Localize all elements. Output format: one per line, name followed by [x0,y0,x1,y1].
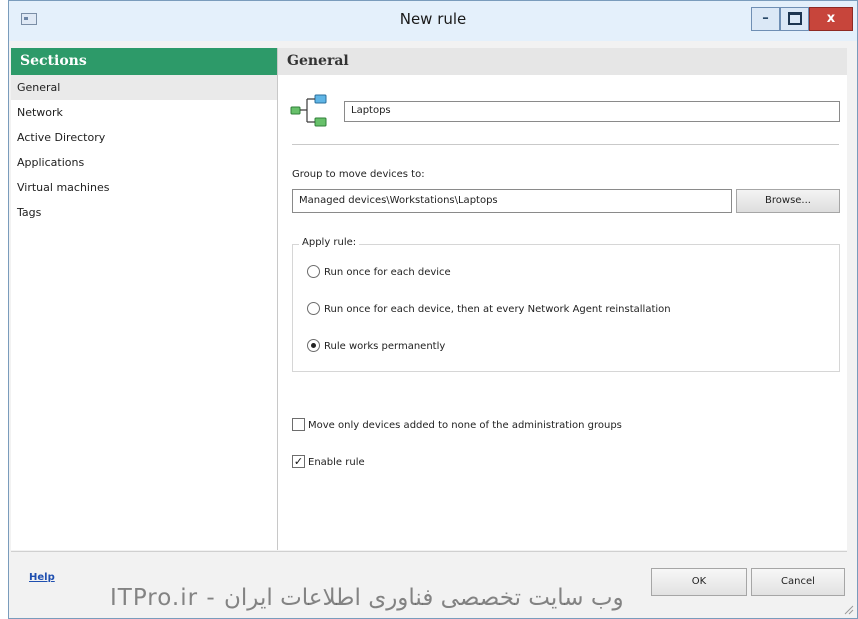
checkmark-icon: ✓ [293,454,304,468]
radio-permanent[interactable]: Rule works permanently [307,338,446,355]
sidebar-item-active-directory[interactable]: Active Directory [11,125,277,150]
apply-rule-group: Apply rule: Run once for each device Run… [292,237,840,372]
cancel-button[interactable]: Cancel [751,568,845,596]
sidebar-item-virtual-machines[interactable]: Virtual machines [11,175,277,200]
radio-run-once-reinstall-label: Run once for each device, then at every … [324,304,671,315]
radio-run-once-label: Run once for each device [324,267,451,278]
general-panel: General Laptops Group to move devices to… [278,48,847,550]
sections-sidebar: Sections General Network Active Director… [11,48,278,550]
radio-permanent-label: Rule works permanently [324,341,446,352]
enable-rule-checkbox[interactable]: ✓ [292,454,305,468]
watermark-text: ITPro.ir - وب سایت تخصصی فناوری اطلاعات … [110,585,624,611]
panel-title: General [278,48,847,75]
title-bar[interactable]: New rule – x [9,1,857,41]
group-tree-icon [290,94,327,127]
sidebar-item-general[interactable]: General [11,75,277,100]
sidebar-item-network[interactable]: Network [11,100,277,125]
sidebar-item-tags[interactable]: Tags [11,200,277,225]
divider [292,144,839,145]
group-label: Group to move devices to: [292,169,425,180]
enable-rule-checkbox-row[interactable]: ✓ Enable rule [292,454,365,471]
rule-name-input[interactable]: Laptops [344,101,840,122]
apply-rule-legend: Apply rule: [299,237,360,248]
maximize-button[interactable] [780,7,809,31]
window-title: New rule [399,10,467,28]
radio-run-once-reinstall-circle[interactable] [307,301,320,315]
close-icon: x [826,11,836,26]
move-only-checkbox[interactable] [292,417,305,431]
radio-run-once-circle[interactable] [307,264,320,278]
radio-run-once-reinstall[interactable]: Run once for each device, then at every … [307,301,671,318]
maximize-icon [787,12,802,25]
move-only-checkbox-row[interactable]: Move only devices added to none of the a… [292,417,622,434]
enable-rule-label: Enable rule [308,457,365,468]
radio-permanent-circle[interactable] [307,338,320,352]
browse-button[interactable]: Browse... [736,189,840,213]
minimize-button[interactable]: – [751,7,780,31]
help-link[interactable]: Help [29,572,55,583]
sidebar-header: Sections [11,48,277,75]
group-path-input[interactable]: Managed devices\Workstations\Laptops [292,189,732,213]
close-button[interactable]: x [809,7,853,31]
move-only-label: Move only devices added to none of the a… [308,420,622,431]
resize-grip-icon[interactable] [844,605,854,615]
ok-button[interactable]: OK [651,568,747,596]
radio-run-once[interactable]: Run once for each device [307,264,451,281]
sidebar-item-applications[interactable]: Applications [11,150,277,175]
